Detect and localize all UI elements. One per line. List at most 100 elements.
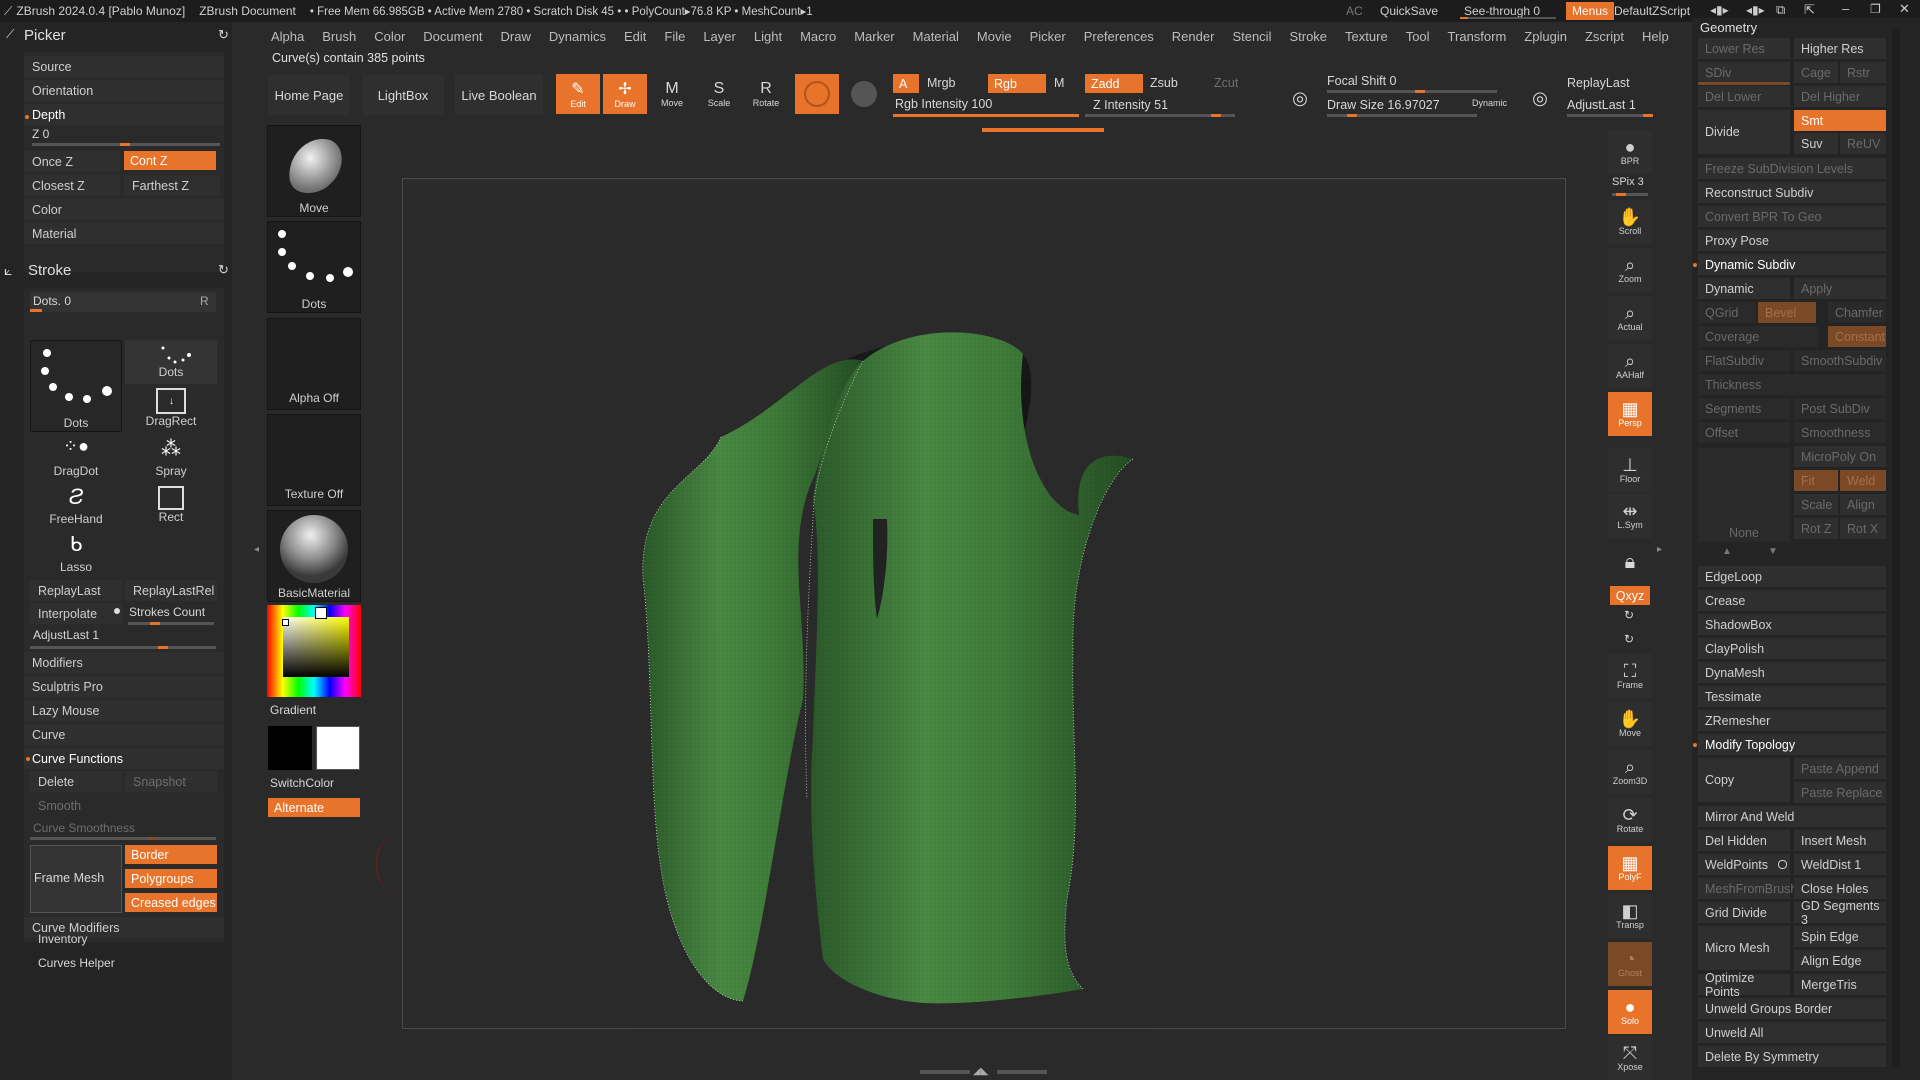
window-icon[interactable]: ⧉ (1776, 2, 1785, 18)
rot-x-slider[interactable]: Rot X (1840, 518, 1886, 539)
xpose-button[interactable]: ⤧ Xpose (1608, 1036, 1652, 1080)
dynamic-toggle[interactable]: Dynamic (1472, 98, 1507, 108)
collapse-right-icon[interactable]: ▸ (1657, 544, 1662, 555)
menu-material[interactable]: Material (904, 29, 968, 44)
adjust-last-label[interactable]: AdjustLast 1 (33, 628, 99, 642)
rgb-toggle[interactable]: Rgb (988, 74, 1046, 93)
collapse-left-icon[interactable]: ◂ (254, 544, 259, 555)
weld-toggle[interactable]: Weld (1840, 470, 1886, 491)
menu-file[interactable]: File (655, 29, 694, 44)
freeze-subdiv-button[interactable]: Freeze SubDivision Levels (1698, 158, 1886, 179)
closest-z-button[interactable]: Closest Z (24, 175, 120, 196)
z-slider[interactable]: Z 0 (24, 125, 224, 147)
claypolish-button[interactable]: ClayPolish (1698, 638, 1886, 659)
cont-z-button[interactable]: Cont Z (124, 151, 216, 170)
curve-functions-button[interactable]: Curve Functions (24, 748, 224, 769)
stroke-refresh-icon[interactable]: ↻ (218, 262, 229, 278)
delete-button[interactable]: Delete (30, 771, 122, 792)
scale-button[interactable]: S Scale (697, 74, 741, 114)
brush-thumbnail[interactable]: Move (267, 125, 361, 217)
minimize-icon[interactable]: – (1842, 1, 1849, 16)
zoom-button[interactable]: ⌕ Zoom (1608, 248, 1652, 292)
focal-shift-icon[interactable]: ◎ (1278, 76, 1322, 120)
del-lower-button[interactable]: Del Lower (1698, 86, 1790, 107)
picker-refresh-icon[interactable]: ↻ (218, 27, 229, 43)
menu-movie[interactable]: Movie (968, 29, 1021, 44)
menu-render[interactable]: Render (1163, 29, 1224, 44)
paste-replace-button[interactable]: Paste Replace (1794, 782, 1886, 803)
edgeloop-button[interactable]: EdgeLoop (1698, 566, 1886, 587)
menu-draw[interactable]: Draw (492, 29, 540, 44)
curves-helper-button[interactable]: Curves Helper (38, 956, 115, 970)
thickness-slider[interactable]: Thickness (1698, 374, 1886, 395)
menu-edit[interactable]: Edit (615, 29, 655, 44)
menus-toggle[interactable]: Menus (1566, 2, 1615, 20)
stroke-header[interactable]: Stroke (28, 262, 71, 279)
smooth-button[interactable]: Smooth (30, 795, 216, 816)
micropoly-preview[interactable]: None (1698, 448, 1790, 542)
reuv-toggle[interactable]: ReUV (1840, 133, 1886, 154)
arrow-down-icon[interactable]: ▼ (1768, 546, 1778, 557)
alternate-toggle[interactable]: Alternate (268, 798, 360, 817)
menu-picker[interactable]: Picker (1021, 29, 1075, 44)
lower-res-button[interactable]: Lower Res (1698, 38, 1790, 59)
color-picker[interactable] (267, 605, 361, 697)
lightbox-button[interactable]: LightBox (362, 75, 444, 115)
stroke-freehand[interactable]: Ƨ FreeHand (30, 484, 122, 528)
align-edge-button[interactable]: Align Edge (1794, 950, 1886, 971)
farthest-z-button[interactable]: Farthest Z (124, 175, 220, 196)
move-button[interactable]: M Move (650, 74, 694, 114)
micro-mesh-button[interactable]: Micro Mesh (1698, 926, 1790, 970)
chamfer-toggle[interactable]: Chamfer (1828, 302, 1886, 323)
border-toggle[interactable]: Border (125, 845, 217, 864)
unweld-groups-border-button[interactable]: Unweld Groups Border (1698, 998, 1886, 1019)
gyro-button[interactable] (842, 74, 886, 114)
polyf-button[interactable]: ▦ PolyF (1608, 846, 1652, 890)
color-button[interactable]: Color (24, 199, 224, 220)
stroke-dragrect[interactable]: ↓ DragRect (125, 388, 217, 432)
zsub-button[interactable]: Zsub (1150, 76, 1178, 90)
once-z-button[interactable]: Once Z (24, 151, 120, 172)
dots-slider[interactable]: Dots. 0 R (30, 292, 216, 312)
source-button[interactable]: Source (24, 56, 224, 77)
focal-shift-slider[interactable]: Focal Shift 0 (1327, 74, 1396, 88)
gd-segments-slider[interactable]: GD Segments 3 (1794, 899, 1886, 927)
cage-button[interactable]: Cage (1794, 62, 1838, 83)
reconstruct-subdiv-button[interactable]: Reconstruct Subdiv (1698, 182, 1886, 203)
suv-toggle[interactable]: Suv (1794, 133, 1838, 154)
quicksave-button[interactable]: QuickSave (1380, 4, 1438, 18)
color-square[interactable] (283, 617, 349, 677)
zcut-button[interactable]: Zcut (1214, 76, 1238, 90)
rotate-y-icon[interactable]: ↻ (1624, 608, 1634, 622)
bottom-scroll-left[interactable] (920, 1070, 970, 1074)
secondary-color-swatch[interactable] (316, 726, 360, 770)
home-page-button[interactable]: Home Page (268, 75, 350, 115)
gradient-label[interactable]: Gradient (270, 703, 316, 717)
orientation-button[interactable]: Orientation (24, 80, 224, 101)
constant-toggle[interactable]: Constant (1828, 326, 1886, 347)
crease-button[interactable]: Crease (1698, 590, 1886, 611)
stroke-rect[interactable]: Rect (125, 484, 217, 528)
transp-button[interactable]: ◧ Transp (1608, 894, 1652, 938)
spix-slider[interactable]: SPix 3 (1612, 176, 1644, 188)
xyz-toggle[interactable]: Qxyz (1610, 586, 1650, 605)
z-intensity-slider[interactable]: Z Intensity 51 (1093, 98, 1168, 112)
draw-button[interactable]: ✢ Draw (603, 74, 647, 114)
viewport-canvas[interactable] (402, 178, 1566, 1029)
coverage-slider[interactable]: Coverage (1698, 326, 1818, 347)
picker-header[interactable]: Picker (24, 27, 66, 44)
sdiv-slider[interactable]: SDiv (1698, 62, 1790, 83)
sv-marker[interactable] (282, 619, 289, 626)
current-stroke-thumbnail[interactable]: Dots (30, 340, 122, 432)
menu-alpha[interactable]: Alpha (262, 29, 313, 44)
bottom-expand-icon[interactable]: ◢◣ (973, 1066, 988, 1077)
menu-texture[interactable]: Texture (1336, 29, 1397, 44)
replay-last-rel-button[interactable]: ReplayLastRel (125, 580, 217, 601)
menu-preferences[interactable]: Preferences (1075, 29, 1163, 44)
mrgb-button[interactable]: Mrgb (927, 76, 955, 90)
dynamesh-button[interactable]: DynaMesh (1698, 662, 1886, 683)
menu-brush[interactable]: Brush (313, 29, 365, 44)
material-thumbnail[interactable]: BasicMaterial (267, 510, 361, 602)
shadowbox-button[interactable]: ShadowBox (1698, 614, 1886, 635)
paste-append-button[interactable]: Paste Append (1794, 758, 1886, 779)
